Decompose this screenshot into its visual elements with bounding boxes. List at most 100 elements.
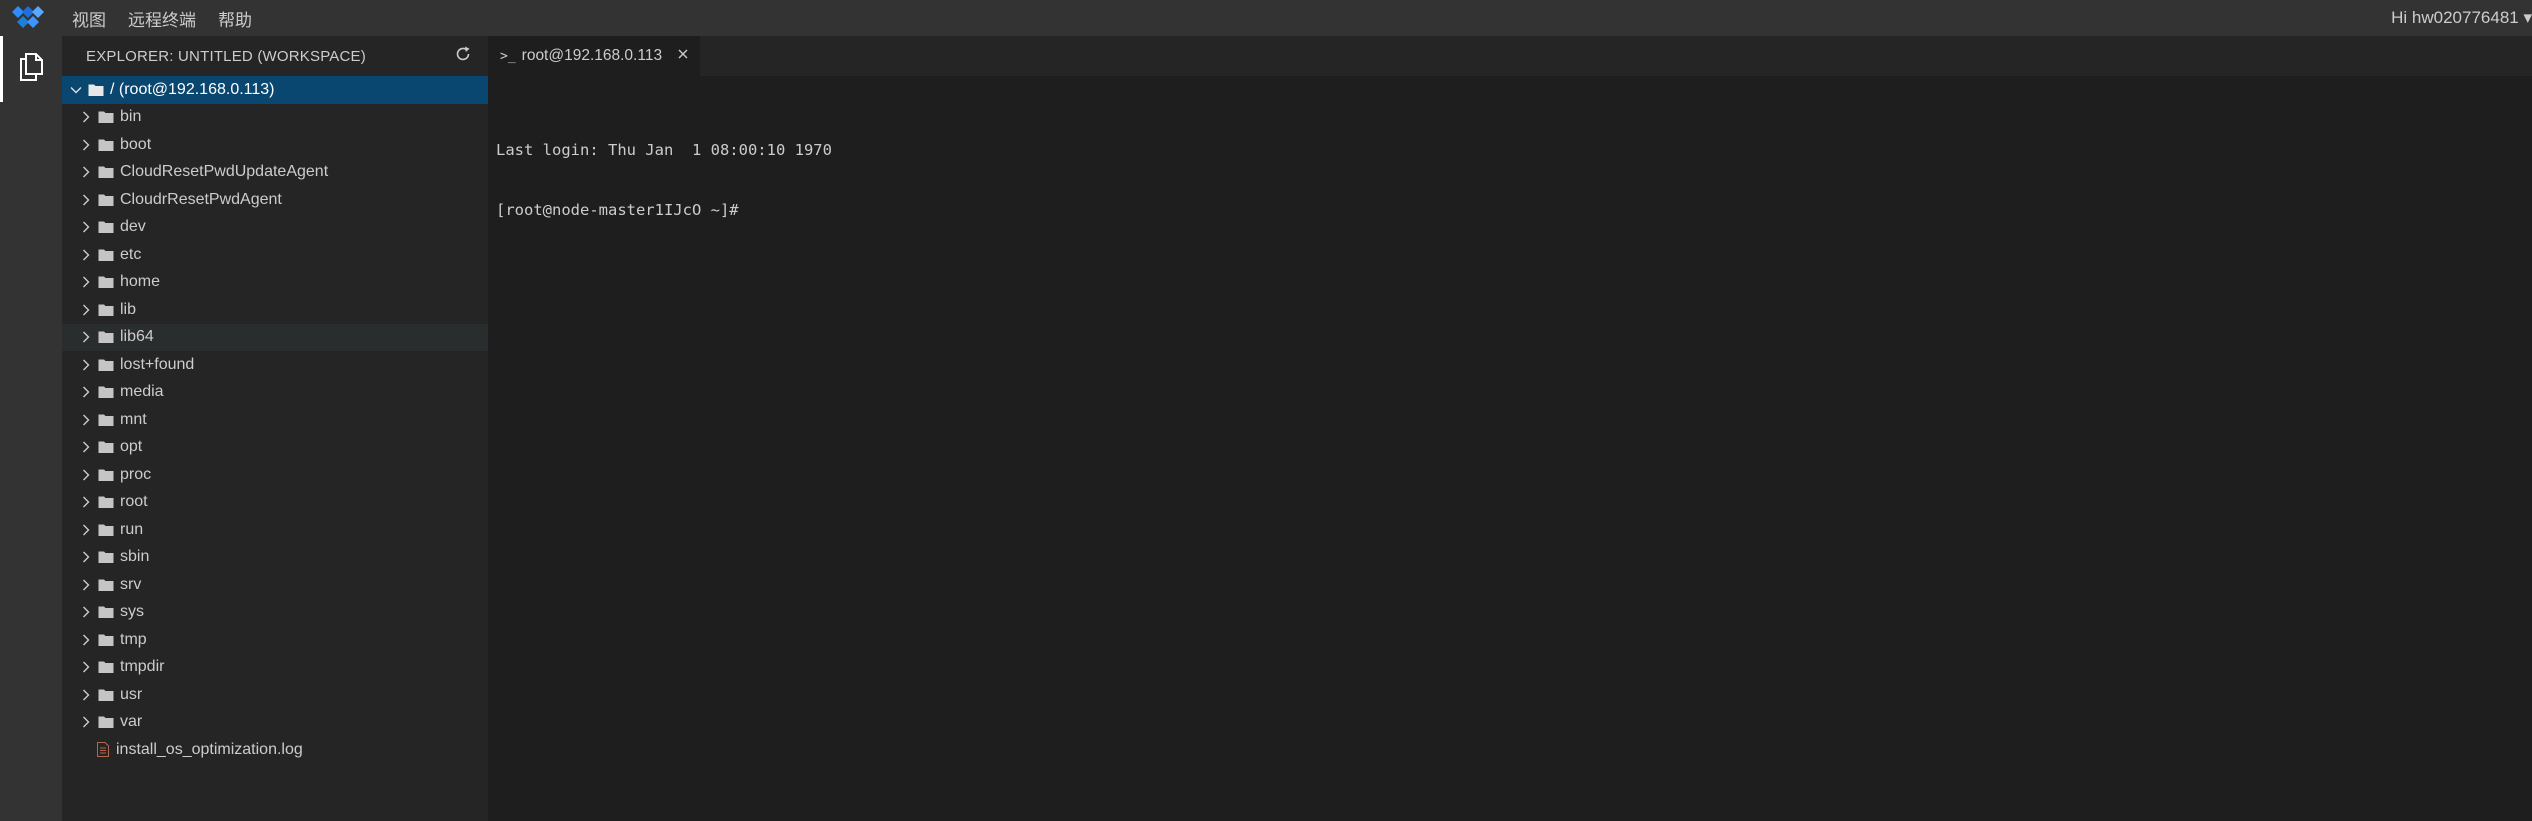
tree-folder[interactable]: etc <box>62 241 488 269</box>
tree-file[interactable]: install_os_optimization.log <box>62 736 488 764</box>
refresh-button[interactable] <box>452 45 474 67</box>
chevron-right-icon <box>78 247 94 263</box>
tree-folder-label: boot <box>120 135 152 153</box>
tree-folder[interactable]: bin <box>62 104 488 132</box>
folder-icon <box>98 688 114 702</box>
chevron-right-icon <box>78 412 94 428</box>
tree-folder-label: lib <box>120 300 137 318</box>
tree-folder[interactable]: sys <box>62 599 488 627</box>
explorer-header: EXPLORER: UNTITLED (WORKSPACE) <box>62 36 488 76</box>
folder-icon <box>98 330 114 344</box>
app-logo <box>0 0 64 36</box>
folder-icon <box>98 275 114 289</box>
tree-folder-label: sbin <box>120 548 150 566</box>
tree-folder-label: var <box>120 713 143 731</box>
tree-folder[interactable]: opt <box>62 434 488 462</box>
tree-folder[interactable]: var <box>62 709 488 737</box>
folder-icon <box>98 193 114 207</box>
tree-folder[interactable]: media <box>62 379 488 407</box>
folder-icon <box>98 578 114 592</box>
tree-folder[interactable]: lost+found <box>62 351 488 379</box>
refresh-icon <box>454 45 472 68</box>
tree-folder-label: CloudResetPwdUpdateAgent <box>120 163 329 181</box>
close-icon <box>677 47 689 65</box>
folder-icon <box>98 605 114 619</box>
tree-folder[interactable]: boot <box>62 131 488 159</box>
folder-icon <box>98 165 114 179</box>
tree-folder[interactable]: CloudrResetPwdAgent <box>62 186 488 214</box>
folder-icon <box>98 715 114 729</box>
tree-folder[interactable]: tmpdir <box>62 654 488 682</box>
tree-folder[interactable]: srv <box>62 571 488 599</box>
chevron-right-icon <box>78 632 94 648</box>
chevron-right-icon <box>78 467 94 483</box>
tree-folder-label: lib64 <box>120 328 154 346</box>
chevron-right-icon <box>78 357 94 373</box>
terminal-output[interactable]: Last login: Thu Jan 1 08:00:10 1970 [roo… <box>488 76 2532 260</box>
tree-folder-label: bin <box>120 108 142 126</box>
chevron-right-icon <box>78 274 94 290</box>
editor-area: >_ root@192.168.0.113 Last login: Thu Ja… <box>488 36 2532 821</box>
folder-icon <box>98 550 114 564</box>
chevron-right-icon <box>78 687 94 703</box>
tree-folder[interactable]: mnt <box>62 406 488 434</box>
tree-folder[interactable]: sbin <box>62 544 488 572</box>
tree-folder-label: proc <box>120 465 152 483</box>
tree-folder[interactable]: dev <box>62 214 488 242</box>
tree-folder-label: tmp <box>120 630 147 648</box>
tree-folder[interactable]: CloudResetPwdUpdateAgent <box>62 159 488 187</box>
tree-folder[interactable]: home <box>62 269 488 297</box>
user-greeting[interactable]: Hi hw020776481 ▾ <box>2391 0 2532 36</box>
tree-folder-label: mnt <box>120 410 147 428</box>
tree-folder-label: CloudrResetPwdAgent <box>120 190 282 208</box>
folder-icon <box>98 248 114 262</box>
explorer-activity[interactable] <box>0 36 62 102</box>
tree-root[interactable]: / (root@192.168.0.113) <box>62 76 488 104</box>
chevron-right-icon <box>78 384 94 400</box>
chevron-right-icon <box>78 439 94 455</box>
chevron-right-icon <box>78 604 94 620</box>
tree-folder-label: dev <box>120 218 146 236</box>
tree-folder[interactable]: tmp <box>62 626 488 654</box>
chevron-right-icon <box>78 219 94 235</box>
tree-folder[interactable]: usr <box>62 681 488 709</box>
chevron-right-icon <box>78 494 94 510</box>
folder-icon <box>98 358 114 372</box>
tree-folder-label: lost+found <box>120 355 195 373</box>
chevron-right-icon <box>78 714 94 730</box>
folder-icon <box>98 468 114 482</box>
folder-icon <box>98 385 114 399</box>
tree-folder[interactable]: lib64 <box>62 323 488 351</box>
menu-view[interactable]: 视图 <box>72 6 106 31</box>
tab-label: root@192.168.0.113 <box>521 47 663 64</box>
chevron-right-icon <box>78 329 94 345</box>
file-tree: / (root@192.168.0.113) bin boot CloudReset… <box>62 76 488 764</box>
explorer-icon <box>17 52 45 87</box>
close-tab-button[interactable] <box>676 49 690 63</box>
explorer-sidebar: EXPLORER: UNTITLED (WORKSPACE) / (root@1… <box>62 36 488 821</box>
tree-folder[interactable]: proc <box>62 461 488 489</box>
tree-folder-label: sys <box>120 603 144 621</box>
menu-remote-terminal[interactable]: 远程终端 <box>128 6 196 31</box>
chevron-down-icon <box>68 82 84 98</box>
terminal-line: [root@node-master1IJcO ~]# <box>496 201 739 219</box>
menu-help[interactable]: 帮助 <box>218 6 252 31</box>
chevron-right-icon <box>78 522 94 538</box>
folder-icon <box>98 138 114 152</box>
chevron-right-icon <box>78 192 94 208</box>
tree-folder[interactable]: run <box>62 516 488 544</box>
tree-folder[interactable]: lib <box>62 296 488 324</box>
folder-icon <box>98 220 114 234</box>
folder-icon <box>98 413 114 427</box>
folder-icon <box>98 440 114 454</box>
folder-icon <box>98 495 114 509</box>
menu-bar: 视图 远程终端 帮助 Hi hw020776481 ▾ <box>0 0 2532 36</box>
chevron-right-icon <box>78 137 94 153</box>
folder-icon <box>98 523 114 537</box>
tree-folder-label: home <box>120 273 161 291</box>
tree-folder-label: run <box>120 520 144 538</box>
tab-terminal[interactable]: >_ root@192.168.0.113 <box>488 36 701 76</box>
tree-folder-label: etc <box>120 245 142 263</box>
explorer-title: EXPLORER: UNTITLED (WORKSPACE) <box>86 47 366 65</box>
tree-folder[interactable]: root <box>62 489 488 517</box>
